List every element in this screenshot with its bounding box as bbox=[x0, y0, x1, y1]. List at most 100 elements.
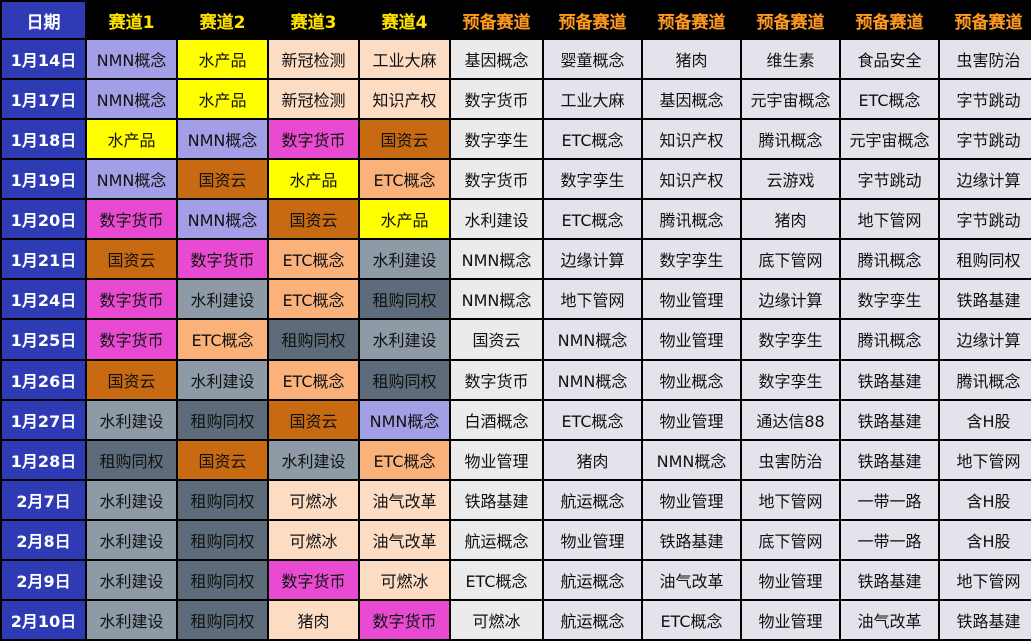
table-row: 1月27日 水利建设 租购同权 国资云 NMN概念 白酒概念 ETC概念 物业管理 通达信88 铁… bbox=[2, 400, 1031, 439]
reserve-cell: NMN概念 bbox=[544, 360, 641, 399]
table-row: 2月10日 水利建设 租购同权 猪肉 数字货币 可燃冰 航运概念 ETC概念 物业管理 油气改革铁… bbox=[2, 600, 1031, 639]
reserve-cell: ETC概念 bbox=[544, 200, 641, 239]
track-cell: 租购同权 bbox=[178, 600, 267, 639]
reserve-cell: 知识产权 bbox=[643, 120, 740, 159]
row-date: 2月8日 bbox=[2, 520, 85, 559]
header-reserve-4: 预备赛道 bbox=[742, 2, 839, 38]
reserve-cell: ETC概念 bbox=[643, 600, 740, 639]
reserve-cell: 虫害防治 bbox=[940, 40, 1031, 79]
track-cell: 数字货币 bbox=[87, 200, 176, 239]
track-cell: 水利建设 bbox=[87, 520, 176, 559]
table-row: 1月18日 水产品 NMN概念 数字货币 国资云 数字孪生 ETC概念 知识产权 腾讯概念 元宇宙… bbox=[2, 120, 1031, 159]
track-cell: 数字货币 bbox=[360, 600, 449, 639]
table-row: 1月19日 NMN概念 国资云 水产品 ETC概念 数字货币 数字孪生 知识产权 云游戏 字节跳动… bbox=[2, 160, 1031, 199]
reserve-cell: 边缘计算 bbox=[544, 240, 641, 279]
reserve-cell: 底下管网 bbox=[742, 240, 839, 279]
track-cell: 新冠检测 bbox=[269, 80, 358, 119]
track-cell: 租购同权 bbox=[178, 560, 267, 599]
reserve-cell: 知识产权 bbox=[643, 160, 740, 199]
reserve-cell: 数字孪生 bbox=[742, 360, 839, 399]
reserve-cell: 维生素 bbox=[742, 40, 839, 79]
track-cell: 国资云 bbox=[87, 360, 176, 399]
reserve-cell: 铁路基建 bbox=[940, 280, 1031, 319]
reserve-cell: 可燃冰 bbox=[451, 600, 542, 639]
track-cell: 工业大麻 bbox=[360, 40, 449, 79]
header-date: 日期 bbox=[2, 2, 85, 38]
reserve-cell: 婴童概念 bbox=[544, 40, 641, 79]
header-reserve-2: 预备赛道 bbox=[544, 2, 641, 38]
track-cell: 水利建设 bbox=[87, 600, 176, 639]
track-cell: 新冠检测 bbox=[269, 40, 358, 79]
track-cell: 租购同权 bbox=[360, 360, 449, 399]
track-cell: 租购同权 bbox=[178, 520, 267, 559]
header-row: 日期 赛道1 赛道2 赛道3 赛道4 预备赛道 预备赛道 预备赛道 预备赛道 预… bbox=[2, 2, 1031, 38]
reserve-cell: 食品安全 bbox=[841, 40, 938, 79]
reserve-cell: 基因概念 bbox=[451, 40, 542, 79]
reserve-cell: 含H股 bbox=[940, 520, 1031, 559]
table-body: 1月14日 NMN概念 水产品 新冠检测 工业大麻 基因概念 婴童概念 猪肉 维生素 食品安全 虫害… bbox=[2, 40, 1031, 639]
reserve-cell: NMN概念 bbox=[643, 440, 740, 479]
reserve-cell: NMN概念 bbox=[544, 320, 641, 359]
reserve-cell: 含H股 bbox=[940, 480, 1031, 519]
row-date: 1月21日 bbox=[2, 240, 85, 279]
reserve-cell: 边缘计算 bbox=[940, 320, 1031, 359]
reserve-cell: 地下管网 bbox=[544, 280, 641, 319]
table-row: 1月24日 数字货币 水利建设 ETC概念 租购同权 NMN概念 地下管网 物业管理 边缘计算数… bbox=[2, 280, 1031, 319]
track-cell: ETC概念 bbox=[360, 160, 449, 199]
reserve-cell: 虫害防治 bbox=[742, 440, 839, 479]
track-cell: 租购同权 bbox=[269, 320, 358, 359]
track-cell: ETC概念 bbox=[269, 240, 358, 279]
track-cell: 水产品 bbox=[178, 80, 267, 119]
reserve-cell: 铁路基建 bbox=[841, 400, 938, 439]
reserve-cell: 数字孪生 bbox=[742, 320, 839, 359]
reserve-cell: 物业管理 bbox=[643, 480, 740, 519]
reserve-cell: ETC概念 bbox=[544, 120, 641, 159]
table-row: 1月14日 NMN概念 水产品 新冠检测 工业大麻 基因概念 婴童概念 猪肉 维生素 食品安全 虫害… bbox=[2, 40, 1031, 79]
track-cell: NMN概念 bbox=[178, 120, 267, 159]
reserve-cell: 地下管网 bbox=[940, 440, 1031, 479]
track-cell: 油气改革 bbox=[360, 520, 449, 559]
track-cell: 国资云 bbox=[360, 120, 449, 159]
header-reserve-6: 预备赛道 bbox=[940, 2, 1031, 38]
track-cell: 国资云 bbox=[269, 400, 358, 439]
table-row: 1月21日 国资云 数字货币 ETC概念 水利建设 NMN概念 边缘计算 数字孪生 底下管网 腾讯… bbox=[2, 240, 1031, 279]
reserve-cell: 数字孪生 bbox=[451, 120, 542, 159]
reserve-cell: 铁路基建 bbox=[451, 480, 542, 519]
track-cell: 水产品 bbox=[269, 160, 358, 199]
track-cell: NMN概念 bbox=[87, 40, 176, 79]
row-date: 1月28日 bbox=[2, 440, 85, 479]
header-reserve-3: 预备赛道 bbox=[643, 2, 740, 38]
reserve-cell: 物业管理 bbox=[544, 520, 641, 559]
header-reserve-5: 预备赛道 bbox=[841, 2, 938, 38]
reserve-cell: 云游戏 bbox=[742, 160, 839, 199]
track-cell: 水利建设 bbox=[87, 480, 176, 519]
row-date: 1月24日 bbox=[2, 280, 85, 319]
table-row: 1月17日 NMN概念 水产品 新冠检测 知识产权 数字货币 工业大麻 基因概念 元宇宙概念 ET… bbox=[2, 80, 1031, 119]
reserve-cell: 边缘计算 bbox=[742, 280, 839, 319]
reserve-cell: 航运概念 bbox=[544, 480, 641, 519]
reserve-cell: 数字孪生 bbox=[841, 280, 938, 319]
reserve-cell: 地下管网 bbox=[940, 560, 1031, 599]
reserve-cell: 物业管理 bbox=[643, 400, 740, 439]
table-row: 2月8日 水利建设 租购同权 可燃冰 油气改革 航运概念 物业管理 铁路基建 底下管网 一带一路含… bbox=[2, 520, 1031, 559]
reserve-cell: 猪肉 bbox=[643, 40, 740, 79]
track-cell: 水利建设 bbox=[360, 240, 449, 279]
track-cell: 数字货币 bbox=[87, 320, 176, 359]
row-date: 1月27日 bbox=[2, 400, 85, 439]
reserve-cell: 铁路基建 bbox=[841, 440, 938, 479]
table-row: 2月7日 水利建设 租购同权 可燃冰 油气改革 铁路基建 航运概念 物业管理 地下管网 一带一路含… bbox=[2, 480, 1031, 519]
row-date: 1月14日 bbox=[2, 40, 85, 79]
reserve-cell: 油气改革 bbox=[643, 560, 740, 599]
reserve-cell: 航运概念 bbox=[544, 560, 641, 599]
track-cell: NMN概念 bbox=[87, 80, 176, 119]
reserve-cell: 铁路基建 bbox=[643, 520, 740, 559]
reserve-cell: 数字孪生 bbox=[643, 240, 740, 279]
track-cell: ETC概念 bbox=[269, 360, 358, 399]
reserve-cell: 地下管网 bbox=[742, 480, 839, 519]
reserve-cell: 腾讯概念 bbox=[940, 360, 1031, 399]
reserve-cell: 物业管理 bbox=[742, 600, 839, 639]
track-cell: 油气改革 bbox=[360, 480, 449, 519]
track-cell: 水产品 bbox=[360, 200, 449, 239]
track-cell: 可燃冰 bbox=[269, 520, 358, 559]
table-row: 2月9日 水利建设 租购同权 数字货币 可燃冰 ETC概念 航运概念 油气改革 物业管理 铁路基建… bbox=[2, 560, 1031, 599]
